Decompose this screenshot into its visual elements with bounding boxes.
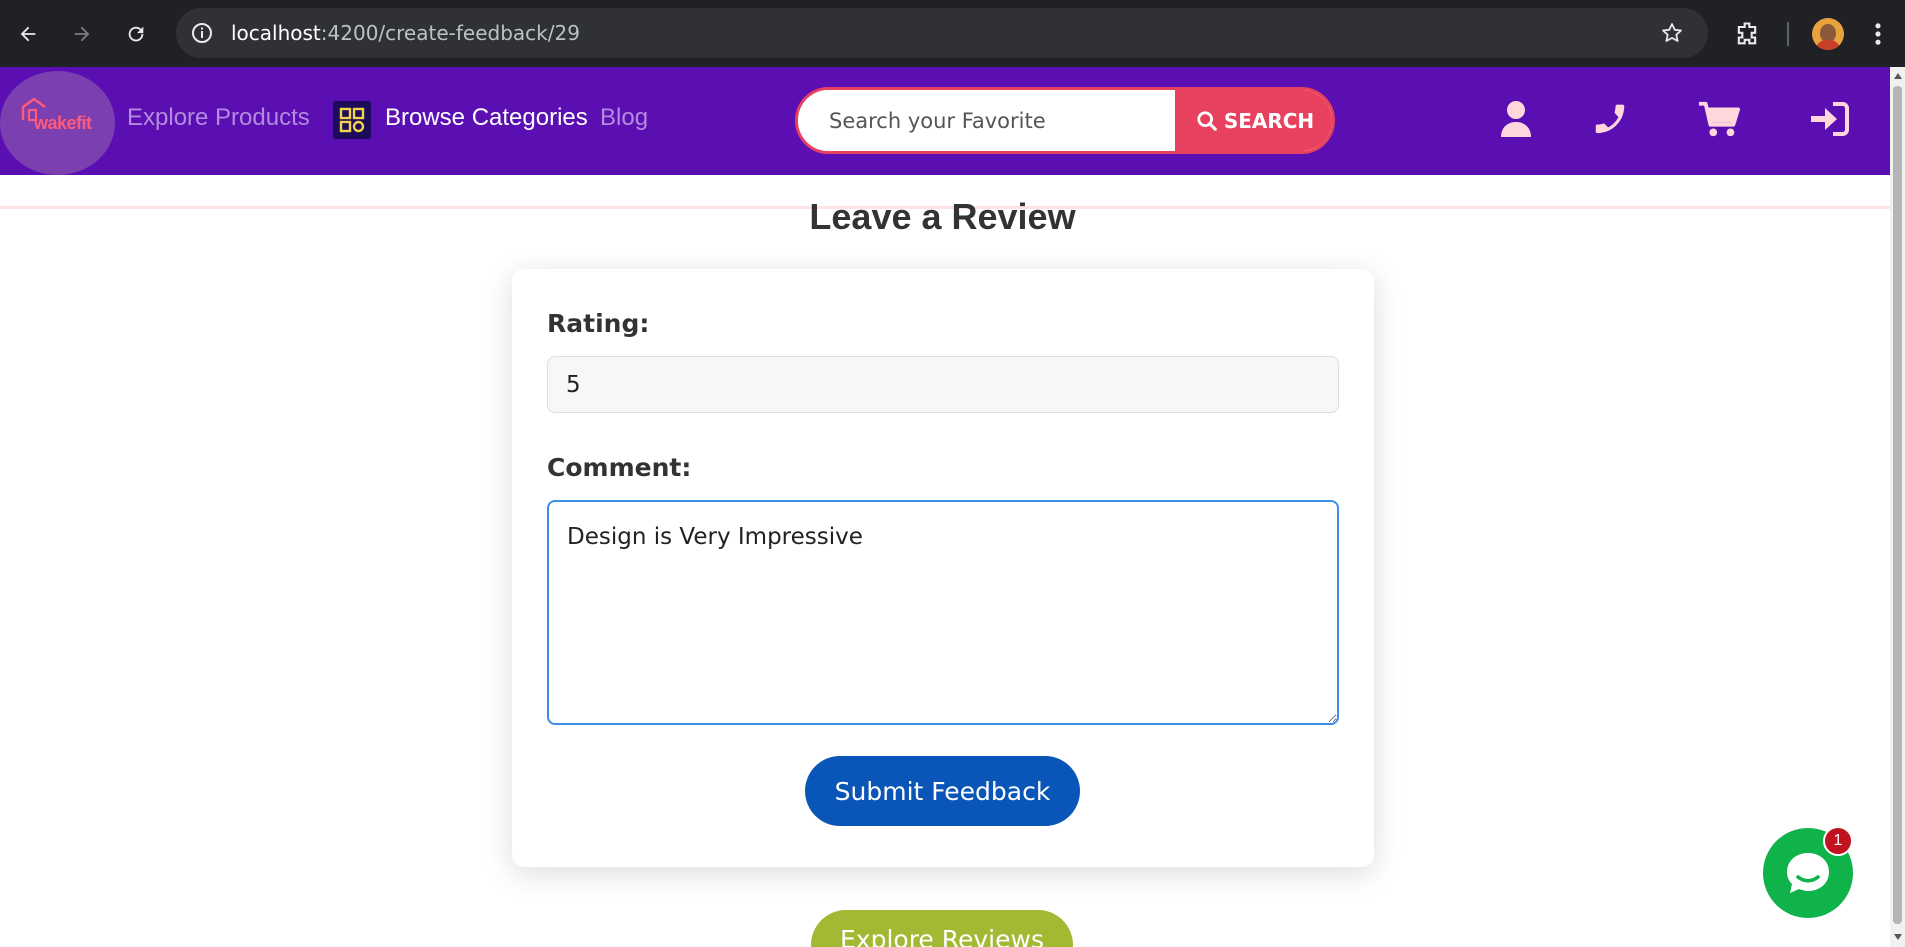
submit-feedback-button[interactable]: Submit Feedback xyxy=(805,756,1080,826)
search-input[interactable] xyxy=(798,90,1173,151)
rating-input[interactable] xyxy=(547,356,1339,413)
bookmark-star-icon[interactable] xyxy=(1660,21,1684,45)
search-icon xyxy=(1197,110,1217,131)
site-info-icon[interactable] xyxy=(190,21,214,45)
scroll-thumb[interactable] xyxy=(1893,86,1902,924)
arrow-right-icon xyxy=(74,26,90,42)
comment-label: Comment: xyxy=(547,453,692,482)
address-bar[interactable]: localhost:4200/create-feedback/29 xyxy=(176,8,1708,58)
more-menu-icon[interactable] xyxy=(1870,20,1886,48)
arrow-left-icon xyxy=(20,26,36,42)
scroll-up-arrow[interactable] xyxy=(1894,73,1902,79)
reload-icon xyxy=(128,26,144,42)
extensions-icon[interactable] xyxy=(1733,20,1761,48)
explore-reviews-button[interactable]: Explore Reviews xyxy=(811,910,1073,947)
user-icon xyxy=(1501,101,1531,137)
back-button[interactable] xyxy=(8,14,48,54)
browser-toolbar: localhost:4200/create-feedback/29 xyxy=(0,0,1905,67)
browse-categories-icon[interactable] xyxy=(333,101,371,139)
cart-icon xyxy=(1698,101,1740,137)
forward-button[interactable] xyxy=(62,14,102,54)
account-button[interactable] xyxy=(1495,98,1537,140)
chat-icon xyxy=(1787,853,1829,893)
contact-button[interactable] xyxy=(1589,98,1631,140)
scroll-down-arrow[interactable] xyxy=(1894,934,1902,940)
reload-button[interactable] xyxy=(116,14,156,54)
nav-browse-categories[interactable]: Browse Categories xyxy=(385,104,588,132)
search-bar: SEARCH xyxy=(795,87,1335,154)
toolbar-separator xyxy=(1787,22,1789,46)
search-button[interactable]: SEARCH xyxy=(1175,90,1332,151)
review-form-card: Rating: Comment: Design is Very Impressi… xyxy=(512,269,1374,867)
login-button[interactable] xyxy=(1808,98,1850,140)
rating-label: Rating: xyxy=(547,309,650,338)
comment-textarea[interactable]: Design is Very Impressive xyxy=(547,500,1339,725)
cart-button[interactable] xyxy=(1698,98,1740,140)
sign-in-icon xyxy=(1811,102,1849,136)
phone-icon xyxy=(1595,104,1625,134)
url-text: localhost:4200/create-feedback/29 xyxy=(231,21,580,45)
nav-blog[interactable]: Blog xyxy=(600,104,648,132)
page-title: Leave a Review xyxy=(809,196,1076,237)
search-button-label: SEARCH xyxy=(1223,108,1315,133)
profile-avatar[interactable] xyxy=(1812,18,1844,50)
nav-explore-products[interactable]: Explore Products xyxy=(127,104,310,132)
logo-text: wakefit xyxy=(34,113,92,133)
chat-unread-badge: 1 xyxy=(1823,826,1853,856)
